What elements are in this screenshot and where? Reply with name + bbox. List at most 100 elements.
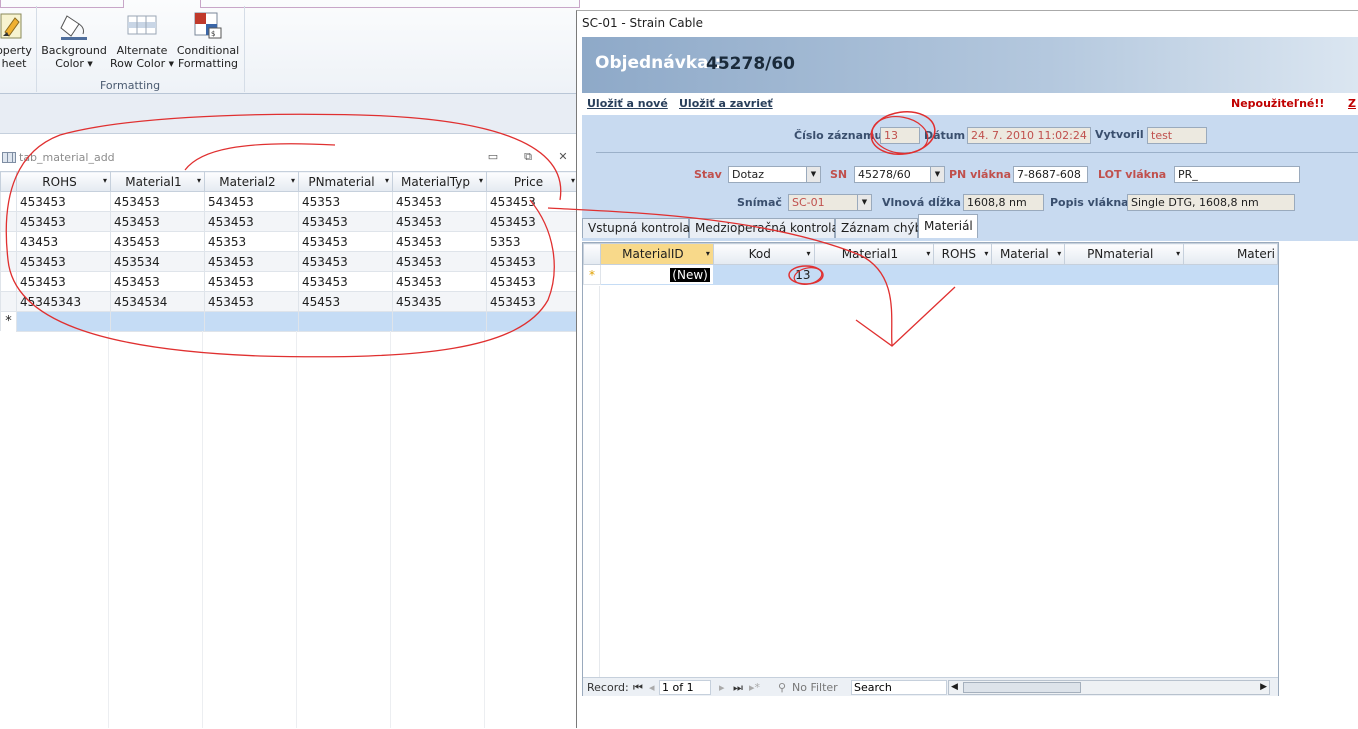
column-header-material1[interactable]: Material1 ▾ [813, 243, 935, 265]
cell[interactable]: 453453 [16, 271, 111, 292]
cell[interactable]: 5353 [486, 231, 579, 252]
cell[interactable]: 4534534 [110, 291, 205, 312]
cell[interactable]: 453453 [204, 291, 299, 312]
cell[interactable]: 435453 [110, 231, 205, 252]
cell[interactable]: 453453 [392, 271, 487, 292]
cell[interactable]: 453453 [204, 251, 299, 272]
column-header-rohs[interactable]: ROHS ▾ [933, 243, 993, 265]
cell[interactable]: 453453 [298, 251, 393, 272]
column-header-rohs[interactable]: ROHS ▾ [16, 171, 111, 192]
cell[interactable] [813, 264, 935, 285]
cell[interactable]: 453453 [486, 271, 579, 292]
cell[interactable]: 453453 [392, 231, 487, 252]
cell[interactable]: 453453 [486, 251, 579, 272]
new-record-row[interactable]: * [0, 311, 579, 332]
minimize-icon[interactable]: ▭ [486, 150, 500, 163]
cell[interactable]: 453453 [392, 251, 487, 272]
status-combo[interactable]: Dotaz ▼ [728, 166, 821, 183]
cell[interactable] [16, 311, 111, 332]
cell[interactable] [486, 311, 579, 332]
property-sheet-button[interactable]: operty heet [0, 10, 34, 70]
select-all-corner[interactable] [0, 171, 17, 192]
unusable-link[interactable]: Nepoužiteľné!! [1231, 97, 1324, 110]
dropdown-arrow-icon[interactable]: ▾ [291, 176, 295, 185]
dropdown-arrow-icon[interactable]: ▾ [571, 176, 575, 185]
dropdown-arrow-icon[interactable]: ▾ [807, 249, 811, 258]
cell[interactable]: 43453 [16, 231, 111, 252]
search-input[interactable]: Search [851, 680, 947, 695]
dropdown-arrow-icon[interactable]: ▼ [930, 167, 944, 182]
dropdown-arrow-icon[interactable]: ▼ [857, 195, 871, 210]
dropdown-arrow-icon[interactable]: ▾ [197, 176, 201, 185]
dropdown-arrow-icon[interactable]: ▾ [479, 176, 483, 185]
table-row[interactable]: 453453 453453 543453 45353 453453 453453 [0, 191, 579, 212]
column-header-pnmaterial[interactable]: PNmaterial ▾ [298, 171, 393, 192]
column-header-materi[interactable]: Materi [1183, 243, 1278, 265]
cell[interactable]: 453453 [486, 291, 579, 312]
cell[interactable]: 453435 [392, 291, 487, 312]
row-selector[interactable] [0, 211, 17, 232]
cell[interactable]: 453534 [110, 251, 205, 272]
cell[interactable]: 45353 [298, 191, 393, 212]
table-row[interactable]: 453453 453453 453453 453453 453453 453453 [0, 211, 579, 232]
created-by-field[interactable]: test [1147, 127, 1207, 144]
cell[interactable] [1183, 264, 1278, 285]
column-header-materialtyp[interactable]: MaterialTyp ▾ [392, 171, 487, 192]
scroll-right-icon[interactable]: ▶ [1260, 682, 1267, 692]
row-selector[interactable] [0, 251, 17, 272]
row-selector[interactable] [0, 271, 17, 292]
z-link[interactable]: Z [1348, 97, 1356, 110]
save-and-close-link[interactable]: Uložiť a zavrieť [679, 97, 773, 110]
previous-record-icon[interactable]: ◂ [649, 681, 655, 694]
filter-icon[interactable]: ⚲ [778, 681, 786, 694]
sn-combo[interactable]: 45278/60 ▼ [854, 166, 945, 183]
cell[interactable]: 453453 [16, 211, 111, 232]
table-row[interactable]: 43453 435453 45353 453453 453453 5353 [0, 231, 579, 252]
tab-input-inspection[interactable]: Vstupná kontrola [582, 218, 690, 238]
conditional-formatting-button[interactable]: $ Conditional Formatting [176, 10, 240, 70]
cell[interactable]: 543453 [204, 191, 299, 212]
save-and-new-link[interactable]: Uložiť a nové [587, 97, 668, 110]
cell[interactable] [110, 311, 205, 332]
dropdown-arrow-icon[interactable]: ▾ [103, 176, 107, 185]
row-selector[interactable] [0, 231, 17, 252]
cell[interactable] [991, 264, 1066, 285]
tab-interoperation-inspection[interactable]: Medzioperačná kontrola [689, 218, 839, 238]
dropdown-arrow-icon[interactable]: ▾ [385, 176, 389, 185]
cell[interactable]: 453453 [110, 191, 205, 212]
next-record-icon[interactable]: ▸ [719, 681, 725, 694]
select-all-corner[interactable] [583, 243, 601, 265]
column-header-material[interactable]: Material ▾ [991, 243, 1066, 265]
horizontal-scrollbar[interactable]: ◀ ▶ [948, 680, 1270, 695]
dropdown-arrow-icon[interactable]: ▼ [806, 167, 820, 182]
new-record-row[interactable]: * (New) 13 [583, 264, 1278, 285]
wavelength-field[interactable]: 1608,8 nm [963, 194, 1044, 211]
cell[interactable]: 453453 [298, 211, 393, 232]
tab-defect-record[interactable]: Záznam chýb [835, 218, 922, 238]
table-row[interactable]: 45345343 4534534 453453 45453 453435 453453 [0, 291, 579, 312]
cell[interactable]: 453453 [204, 271, 299, 292]
row-selector[interactable] [0, 291, 17, 312]
cell[interactable] [392, 311, 487, 332]
sensor-combo[interactable]: SC-01 ▼ [788, 194, 872, 211]
cell[interactable]: 453453 [16, 251, 111, 272]
date-field[interactable]: 24. 7. 2010 11:02:24 [967, 127, 1091, 144]
table-row[interactable]: 453453 453453 453453 453453 453453 453453 [0, 271, 579, 292]
table-row[interactable]: 453453 453534 453453 453453 453453 453453 [0, 251, 579, 272]
scroll-left-icon[interactable]: ◀ [951, 682, 958, 692]
tab-material[interactable]: Materiál [918, 214, 978, 238]
row-selector[interactable] [0, 191, 17, 212]
dropdown-arrow-icon[interactable]: ▾ [926, 249, 930, 258]
kod-cell[interactable]: 13 [712, 264, 815, 285]
cell[interactable]: 45353 [204, 231, 299, 252]
cell[interactable]: 453453 [392, 191, 487, 212]
column-header-material2[interactable]: Material2 ▾ [204, 171, 299, 192]
column-header-materialid[interactable]: MaterialID ▾ [599, 243, 714, 265]
cell[interactable]: 453453 [110, 271, 205, 292]
column-header-price[interactable]: Price ▾ [486, 171, 579, 192]
dropdown-arrow-icon[interactable]: ▾ [1176, 249, 1180, 258]
dropdown-arrow-icon[interactable]: ▾ [1057, 249, 1061, 258]
materialid-cell[interactable]: (New) [599, 264, 714, 285]
dropdown-arrow-icon[interactable]: ▾ [706, 249, 710, 258]
column-header-pnmaterial[interactable]: PNmaterial ▾ [1064, 243, 1185, 265]
